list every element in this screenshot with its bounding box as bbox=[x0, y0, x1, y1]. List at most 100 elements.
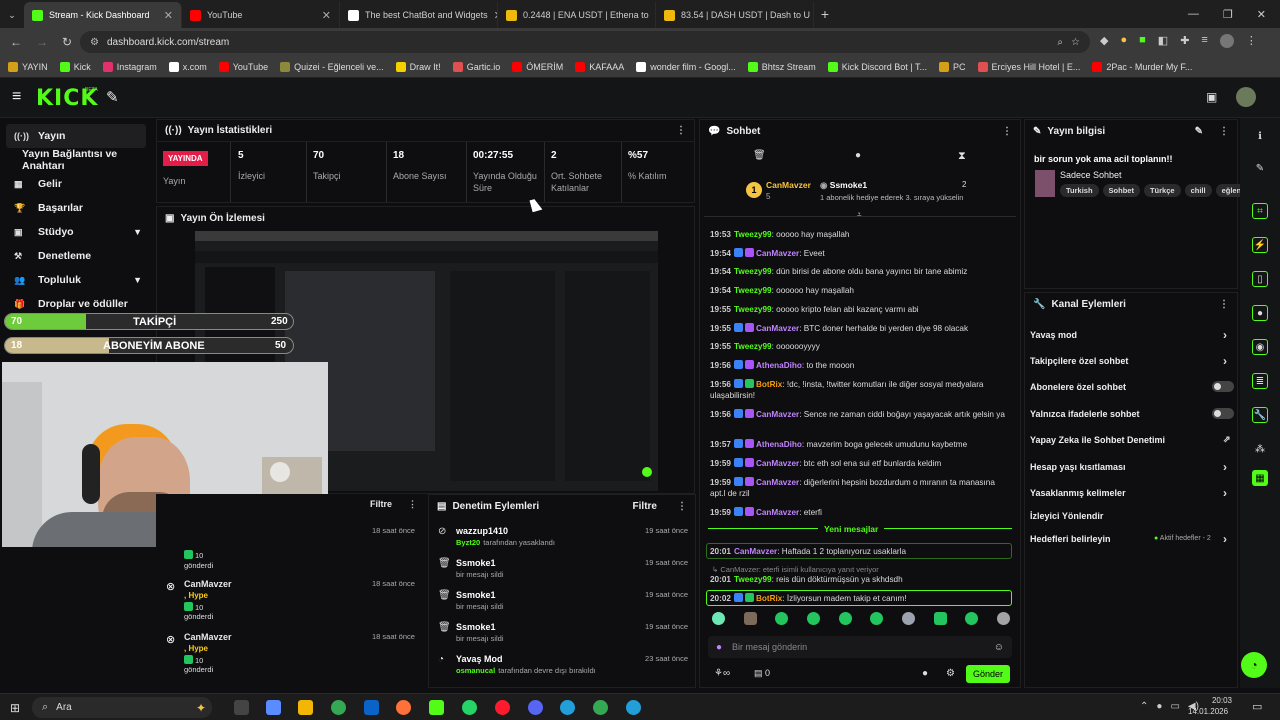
kick-app-icon[interactable] bbox=[429, 700, 444, 715]
emote-icon[interactable] bbox=[870, 612, 884, 625]
bookmark-item[interactable]: Erciyes Hill Hotel | E... bbox=[977, 61, 1081, 72]
bookmark-item[interactable]: Gartic.io bbox=[452, 61, 500, 72]
extension-icon[interactable]: ◧ bbox=[1158, 34, 1168, 48]
browser-tab[interactable]: YouTube ✕ bbox=[182, 2, 340, 28]
chat-message[interactable]: 19:54 Tweezy99: dün birisi de abone oldu … bbox=[710, 266, 1010, 277]
bookmark-label[interactable]: Bhtsz Stream bbox=[762, 62, 816, 72]
message-user[interactable]: CanMavzer bbox=[756, 410, 799, 419]
chat-icon[interactable]: ● bbox=[1252, 305, 1268, 321]
menu-icon[interactable]: ⋮ bbox=[1246, 34, 1257, 48]
zoom-icon[interactable]: ⌕ bbox=[1057, 37, 1063, 48]
bookmark-star-icon[interactable]: ☆ bbox=[1071, 37, 1080, 48]
broadcast-icon[interactable]: ◉ bbox=[1252, 339, 1268, 355]
channel-actions-menu-icon[interactable]: ⋮ bbox=[1219, 299, 1229, 310]
chat-message[interactable]: 20:01 Tweezy99: reis dün döktürmüşsün ya … bbox=[710, 574, 1010, 585]
send-button[interactable]: Gönder bbox=[966, 665, 1010, 683]
crop-icon[interactable]: ⌗ bbox=[1252, 203, 1268, 219]
collapse-icon[interactable]: ⩡ bbox=[857, 210, 862, 220]
sidebar-item[interactable]: 🏆 Başarılar bbox=[0, 196, 152, 220]
channel-action-item[interactable]: Yapay Zeka ile Sohbet Denetimi bbox=[1030, 435, 1165, 445]
wallet-icon[interactable]: ▣ bbox=[1206, 90, 1217, 104]
copilot-sparkle-icon[interactable]: ✦ bbox=[196, 701, 206, 715]
toggle-switch[interactable] bbox=[1212, 381, 1234, 392]
sidebar-item[interactable]: ⚒ Denetleme bbox=[0, 244, 152, 268]
hamburger-icon[interactable]: ≡ bbox=[12, 88, 21, 106]
bookmark-item[interactable]: Instagram bbox=[102, 61, 157, 72]
firefox-icon[interactable] bbox=[396, 700, 411, 715]
message-user[interactable]: Tweezy99 bbox=[734, 342, 772, 351]
activity-feed-icon[interactable]: ▦ bbox=[1252, 470, 1268, 486]
bookmark-label[interactable]: KAFAAA bbox=[589, 62, 624, 72]
tray-chevron-icon[interactable]: ⌃ bbox=[1140, 701, 1148, 712]
microphone-icon[interactable]: ● bbox=[716, 642, 722, 653]
bookmark-label[interactable]: YAYIN bbox=[22, 62, 48, 72]
emote-icon[interactable] bbox=[965, 612, 979, 625]
whatsapp-icon[interactable] bbox=[462, 700, 477, 715]
emote-icon[interactable] bbox=[996, 612, 1010, 625]
chat-message[interactable]: 19:56 CanMavzer: Sence ne zaman ciddi boğ… bbox=[710, 409, 1010, 420]
message-user[interactable]: CanMavzer bbox=[756, 459, 799, 468]
emote-icon[interactable] bbox=[933, 612, 947, 625]
sidebar-item[interactable]: ▣ Stüdyo ▼ bbox=[0, 220, 152, 244]
tab-search-icon[interactable]: ⌄ bbox=[0, 2, 24, 28]
site-info-icon[interactable]: ⚙ bbox=[90, 37, 99, 48]
back-icon[interactable]: ← bbox=[10, 35, 22, 49]
chat-message[interactable]: 19:59 CanMavzer: diğerlerini hepsini bozd… bbox=[710, 477, 1010, 499]
chevron-right-icon[interactable]: › bbox=[1223, 354, 1227, 368]
bookmark-item[interactable]: 2Pac - Murder My F... bbox=[1092, 61, 1192, 72]
telegram-icon[interactable] bbox=[626, 700, 641, 715]
close-window-icon[interactable]: ✕ bbox=[1257, 8, 1266, 21]
chat-input-box[interactable]: ● Bir mesaj gönderin ☺ bbox=[708, 636, 1012, 658]
chat-bubble-icon[interactable]: ● bbox=[922, 668, 928, 679]
stats-menu-icon[interactable]: ⋮ bbox=[676, 125, 686, 136]
copilot-icon[interactable] bbox=[266, 700, 281, 715]
moderation-menu-icon[interactable]: ⋮ bbox=[677, 501, 687, 512]
pin-icon[interactable]: ✎ bbox=[106, 88, 119, 106]
channel-action-item[interactable]: İzleyici Yönlendir bbox=[1030, 511, 1103, 521]
chrome-icon[interactable] bbox=[331, 700, 346, 715]
bookmark-item[interactable]: Bhtsz Stream bbox=[747, 61, 816, 72]
bookmark-label[interactable]: Kick bbox=[74, 62, 91, 72]
discord-icon[interactable] bbox=[528, 700, 543, 715]
bookmark-label[interactable]: 2Pac - Murder My F... bbox=[1106, 62, 1192, 72]
chat-message[interactable]: 19:54 Tweezy99: oooooo hay maşallah bbox=[710, 285, 1010, 296]
reload-icon[interactable]: ↻ bbox=[62, 35, 72, 49]
bookmark-item[interactable]: KAFAAA bbox=[575, 61, 624, 72]
bookmark-item[interactable]: PC bbox=[938, 61, 966, 72]
browser-tab[interactable]: 0.2448 | ENA USDT | Ethena to✕ bbox=[498, 2, 656, 28]
chevron-right-icon[interactable]: › bbox=[1223, 460, 1227, 474]
bookmark-label[interactable]: x.com bbox=[183, 62, 207, 72]
bookmark-label[interactable]: Kick Discord Bot | T... bbox=[842, 62, 927, 72]
toggle-switch[interactable] bbox=[1212, 408, 1234, 419]
external-link-icon[interactable]: ⇗ bbox=[1223, 434, 1231, 445]
stream-tag[interactable]: Sohbet bbox=[1102, 184, 1140, 197]
bookmark-item[interactable]: Kick bbox=[59, 61, 91, 72]
bookmark-label[interactable]: PC bbox=[953, 62, 966, 72]
chevron-right-icon[interactable]: › bbox=[1223, 486, 1227, 500]
task-view-icon[interactable] bbox=[234, 700, 249, 715]
chat-message[interactable]: 20:02 BotRix: İzliyorsun madem takip et c… bbox=[710, 593, 1010, 604]
chat-message[interactable]: 19:55 Tweezy99: ooooo kripto felan abi ka… bbox=[710, 304, 1010, 315]
chat-input[interactable]: Bir mesaj gönderin bbox=[732, 642, 807, 652]
taskbar-search-label[interactable]: Ara bbox=[56, 702, 72, 713]
chevron-down-icon[interactable]: ▼ bbox=[133, 275, 142, 285]
url-input[interactable]: ⚙ dashboard.kick.com/stream ⌕ ☆ bbox=[80, 31, 1090, 53]
minimize-icon[interactable]: — bbox=[1188, 8, 1199, 21]
support-chat-icon[interactable]: ◔ bbox=[1241, 652, 1267, 678]
browser-tab[interactable]: Stream - Kick Dashboard ✕ bbox=[24, 2, 182, 28]
bookmark-label[interactable]: Quizei - Eğlenceli ve... bbox=[294, 62, 384, 72]
extension-icon[interactable]: ■ bbox=[1139, 34, 1146, 48]
bookmark-label[interactable]: ÖMERİM bbox=[526, 62, 563, 72]
message-user[interactable]: CanMavzer bbox=[756, 508, 799, 517]
message-user[interactable]: Tweezy99 bbox=[734, 286, 772, 295]
chat-message[interactable]: 19:56 BotRix: !dc, !insta, !twitter komut… bbox=[710, 379, 1010, 401]
browser-tab[interactable]: The best ChatBot and Widgets✕ bbox=[340, 2, 498, 28]
outlook-icon[interactable] bbox=[364, 700, 379, 715]
connect-icon[interactable]: ⁂ bbox=[1252, 441, 1268, 457]
bookmark-item[interactable]: wonder film - Googl... bbox=[636, 61, 736, 72]
windows-start-icon[interactable]: ⊞ bbox=[10, 701, 20, 715]
chat-message[interactable]: 19:59 CanMavzer: btc eth sol ena sui etf … bbox=[710, 458, 1010, 469]
bookmark-item[interactable]: ÖMERİM bbox=[512, 61, 563, 72]
stream-tag[interactable]: Turkish bbox=[1060, 184, 1099, 197]
bookmark-label[interactable]: Erciyes Hill Hotel | E... bbox=[992, 62, 1081, 72]
